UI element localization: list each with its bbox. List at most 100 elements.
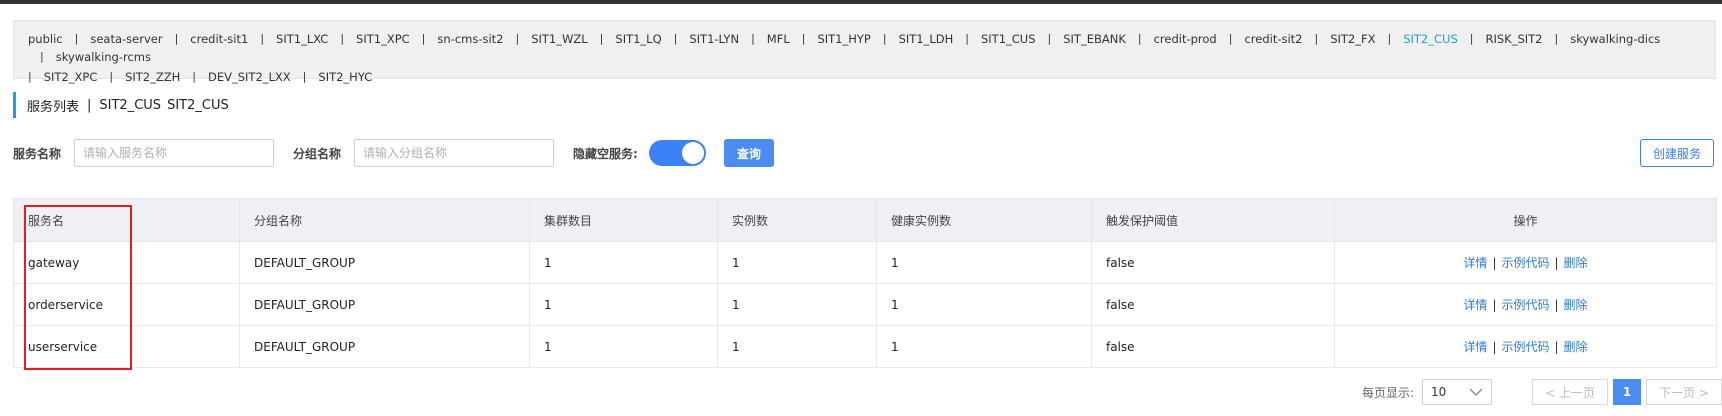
- delete-link[interactable]: 删除: [1564, 256, 1588, 270]
- group-name-input[interactable]: [354, 139, 555, 167]
- service-name-input[interactable]: [74, 139, 275, 167]
- namespace-entry: | SIT2_FX: [1303, 31, 1376, 47]
- op-separator: |: [1554, 256, 1559, 270]
- cell-operations: 详情 | 示例代码 | 删除: [1334, 241, 1717, 284]
- namespace-separator: |: [882, 32, 887, 45]
- toggle-knob: [681, 142, 704, 164]
- namespace-item[interactable]: skywalking-dics: [1570, 31, 1660, 47]
- cell-group-name: DEFAULT_GROUP: [239, 241, 530, 284]
- namespace-item[interactable]: SIT1_CUS: [981, 31, 1036, 47]
- namespace-item[interactable]: SIT1_LXC: [276, 31, 328, 47]
- namespace-item[interactable]: SIT1_LQ: [615, 31, 661, 47]
- col-header-group-name: 分组名称: [239, 198, 530, 242]
- namespace-entry: | SIT1_XPC: [328, 31, 409, 47]
- table-row: orderservice DEFAULT_GROUP 1 1 1 false 详情 | 示例代码…: [13, 283, 1717, 326]
- delete-link[interactable]: 删除: [1564, 298, 1588, 312]
- namespace-item[interactable]: SIT2_XPC: [44, 69, 98, 85]
- namespace-entry: public: [28, 31, 63, 47]
- namespace-separator: |: [673, 32, 678, 45]
- namespace-item[interactable]: SIT1_LDH: [899, 31, 954, 47]
- namespace-bar: public | seata-server | credit-sit1 | SIT1_LXC…: [13, 20, 1716, 84]
- namespace-entry: | SIT2_HYC: [291, 69, 373, 85]
- namespace-item[interactable]: SIT2_FX: [1330, 31, 1375, 47]
- page-number-button[interactable]: 1: [1613, 379, 1641, 405]
- next-page-button[interactable]: 下一页 >: [1646, 379, 1722, 405]
- cell-instance-count: 1: [717, 325, 877, 368]
- namespace-entry: | credit-prod: [1126, 31, 1217, 47]
- title-separator: |: [87, 97, 92, 113]
- detail-link[interactable]: 详情: [1463, 340, 1487, 354]
- namespace-separator: |: [1137, 32, 1142, 45]
- chevron-down-icon: [1469, 385, 1483, 399]
- namespace-separator: |: [340, 32, 345, 45]
- detail-link[interactable]: 详情: [1463, 256, 1487, 270]
- namespace-item[interactable]: skywalking-rcms: [56, 49, 151, 65]
- namespace-separator: |: [599, 32, 604, 45]
- namespace-item[interactable]: sn-cms-sit2: [437, 31, 503, 47]
- namespace-item[interactable]: public: [28, 31, 63, 47]
- namespace-entry: | SIT_EBANK: [1036, 31, 1126, 47]
- cell-service-name: userservice: [13, 325, 240, 368]
- cell-operations: 详情 | 示例代码 | 删除: [1334, 325, 1717, 368]
- sample-code-link[interactable]: 示例代码: [1501, 256, 1549, 270]
- namespace-entry: | SIT1_LDH: [871, 31, 953, 47]
- namespace-item[interactable]: SIT1-LYN: [689, 31, 739, 47]
- namespace-item[interactable]: RISK_SIT2: [1485, 31, 1542, 47]
- namespace-item[interactable]: credit-sit2: [1244, 31, 1302, 47]
- page-title: 服务列表 | SIT2_CUS SIT2_CUS: [13, 92, 229, 118]
- page-size-select[interactable]: 10: [1422, 379, 1492, 405]
- service-name-label: 服务名称: [13, 146, 62, 161]
- namespace-item[interactable]: SIT2_CUS: [1403, 31, 1458, 47]
- namespace-item[interactable]: MFL: [767, 31, 790, 47]
- cell-service-name: orderservice: [13, 283, 240, 326]
- create-service-button[interactable]: 创建服务: [1640, 139, 1714, 167]
- namespace-item[interactable]: SIT_EBANK: [1063, 31, 1126, 47]
- namespace-item[interactable]: DEV_SIT2_LXX: [208, 69, 291, 85]
- namespace-item[interactable]: credit-sit1: [190, 31, 248, 47]
- service-table: 服务名 分组名称 集群数目 实例数 健康实例数 触发保护阈值 操作 gatewa…: [13, 198, 1717, 368]
- sample-code-link[interactable]: 示例代码: [1501, 340, 1549, 354]
- namespace-item[interactable]: credit-prod: [1154, 31, 1217, 47]
- namespace-separator: |: [1047, 32, 1052, 45]
- namespace-item[interactable]: SIT2_ZZH: [125, 69, 180, 85]
- cell-group-name: DEFAULT_GROUP: [239, 283, 530, 326]
- namespace-item[interactable]: SIT1_WZL: [531, 31, 587, 47]
- namespace-item[interactable]: SIT1_XPC: [356, 31, 410, 47]
- namespace-entry: | skywalking-dics: [1542, 31, 1660, 47]
- detail-link[interactable]: 详情: [1463, 298, 1487, 312]
- cell-instance-count: 1: [717, 283, 877, 326]
- namespace-item[interactable]: SIT1_HYP: [817, 31, 870, 47]
- top-bar: [0, 0, 1722, 4]
- page-size-label: 每页显示:: [1361, 385, 1414, 400]
- namespace-entry: | SIT1_WZL: [504, 31, 588, 47]
- namespace-separator: |: [1469, 32, 1474, 45]
- namespace-separator: |: [192, 70, 196, 83]
- cell-threshold: false: [1091, 241, 1335, 284]
- hide-empty-toggle[interactable]: [648, 140, 706, 166]
- namespace-separator: |: [174, 32, 179, 45]
- namespace-entry: | SIT1-LYN: [662, 31, 739, 47]
- cell-healthy-count: 1: [876, 325, 1092, 368]
- cell-threshold: false: [1091, 283, 1335, 326]
- namespace-separator: |: [109, 70, 114, 83]
- namespace-separator: |: [965, 32, 969, 45]
- namespace-item[interactable]: seata-server: [90, 31, 162, 47]
- delete-link[interactable]: 删除: [1564, 340, 1588, 354]
- namespace-item[interactable]: SIT2_HYC: [318, 69, 372, 85]
- query-button[interactable]: 查询: [723, 139, 774, 167]
- filter-bar: 服务名称 分组名称 隐藏空服务: 查询: [13, 138, 774, 168]
- namespace-list: public | seata-server | credit-sit1 | SIT1_LXC…: [28, 31, 1715, 85]
- namespace-entry: | SIT1_CUS: [953, 31, 1035, 47]
- prev-page-button[interactable]: < 上一页: [1532, 379, 1608, 405]
- op-separator: |: [1492, 256, 1497, 270]
- namespace-entry: | SIT1_LXC: [248, 31, 328, 47]
- col-header-instance-count: 实例数: [717, 198, 877, 242]
- namespace-entry: | sn-cms-sit2: [410, 31, 504, 47]
- sample-code-link[interactable]: 示例代码: [1501, 298, 1549, 312]
- cell-cluster-count: 1: [529, 283, 718, 326]
- table-header-row: 服务名 分组名称 集群数目 实例数 健康实例数 触发保护阈值 操作: [13, 198, 1717, 242]
- col-header-operations: 操作: [1334, 198, 1717, 242]
- table-row: userservice DEFAULT_GROUP 1 1 1 false 详情 | 示例代码 |…: [13, 325, 1717, 368]
- cell-service-name: gateway: [13, 241, 240, 284]
- col-header-service-name: 服务名: [13, 198, 240, 242]
